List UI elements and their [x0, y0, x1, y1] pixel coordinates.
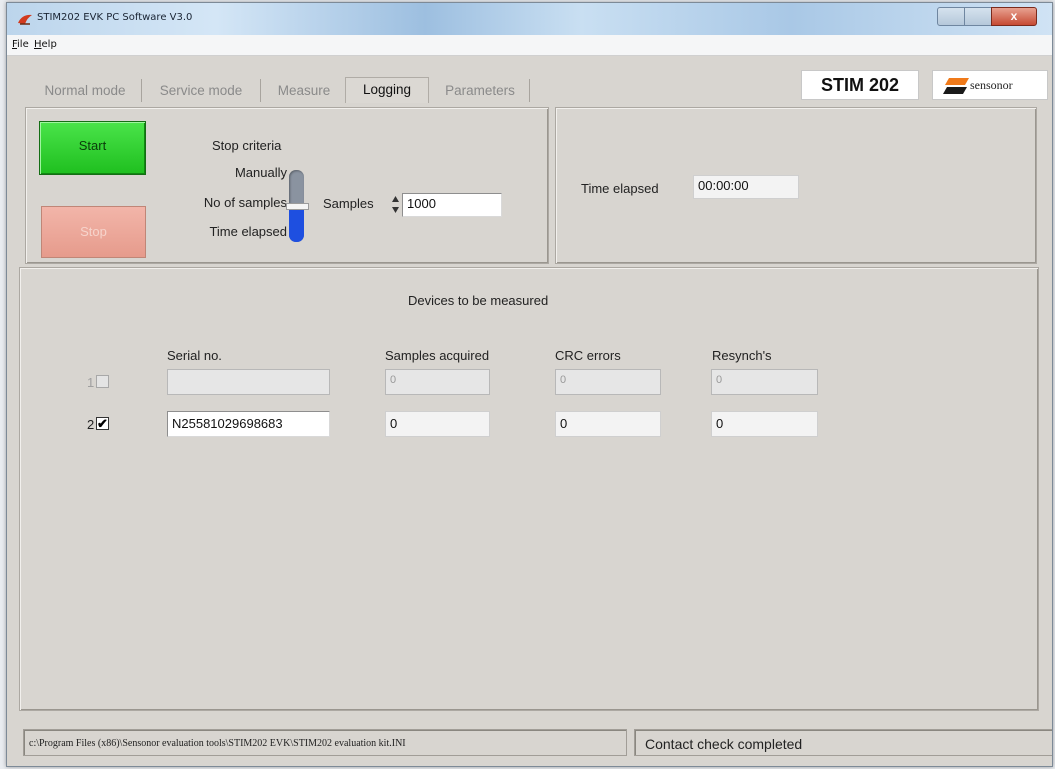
device-1-serial-input[interactable] — [167, 369, 330, 395]
sensonor-logo-icon — [943, 78, 969, 94]
product-name: STIM 202 — [820, 75, 900, 95]
device-1-crc-field: 0 — [555, 369, 661, 395]
device-2-serial-input[interactable]: N25581029698683 — [167, 411, 330, 437]
tab-measure[interactable]: Measure — [261, 79, 348, 102]
device-2-samples-field: 0 — [385, 411, 490, 437]
start-button[interactable]: Start — [39, 121, 146, 175]
column-samples-acquired: Samples acquired — [385, 348, 490, 363]
column-resynchs: Resynch's — [712, 348, 772, 363]
app-icon — [18, 14, 32, 25]
slider-thumb[interactable] — [286, 203, 309, 210]
close-button[interactable]: x — [991, 7, 1037, 26]
column-crc-errors: CRC errors — [555, 348, 621, 363]
device-2-checkbox[interactable]: ✔ — [96, 417, 109, 430]
device-2-resynch-field: 0 — [711, 411, 818, 437]
minimize-button[interactable] — [937, 7, 965, 26]
product-badge: STIM 202 — [801, 70, 919, 100]
menu-bar: File Help — [7, 35, 1052, 56]
tab-logging[interactable]: Logging — [345, 77, 429, 103]
stop-button[interactable]: Stop — [41, 206, 146, 258]
app-window: STIM202 EVK PC Software V3.0 x File Help… — [6, 2, 1053, 767]
status-path-pane: c:\Program Files (x86)\Sensonor evaluati… — [23, 729, 627, 756]
stop-criteria-samples-label: No of samples — [203, 195, 287, 210]
stop-criteria-time-label: Time elapsed — [209, 224, 287, 239]
status-message: Contact check completed — [645, 736, 803, 752]
device-1-samples-field: 0 — [385, 369, 490, 395]
tab-service-mode[interactable]: Service mode — [142, 79, 261, 102]
device-row-index: 2 — [87, 417, 95, 432]
time-elapsed-label: Time elapsed — [581, 181, 659, 196]
devices-title: Devices to be measured — [408, 293, 549, 308]
stop-criteria-title: Stop criteria — [212, 138, 282, 153]
stop-criteria-slider[interactable] — [286, 170, 309, 242]
time-elapsed-field: 00:00:00 — [693, 175, 799, 199]
device-1-checkbox[interactable] — [96, 375, 109, 388]
tab-parameters[interactable]: Parameters — [431, 79, 530, 102]
stop-criteria-manually-label: Manually — [234, 165, 287, 180]
spin-updown-icon[interactable] — [391, 195, 400, 214]
device-row-index: 1 — [87, 375, 95, 390]
close-icon: x — [1010, 9, 1018, 23]
slider-fill — [289, 209, 304, 242]
checkmark-icon: ✔ — [97, 416, 108, 431]
company-logo: sensonor — [932, 70, 1048, 100]
device-1-resynch-field: 0 — [711, 369, 818, 395]
devices-panel — [19, 267, 1039, 711]
company-name: sensonor — [970, 78, 1013, 92]
tab-normal-mode[interactable]: Normal mode — [29, 79, 142, 102]
menu-file[interactable]: File — [12, 39, 29, 50]
column-serial: Serial no. — [167, 348, 222, 363]
window-title: STIM202 EVK PC Software V3.0 — [37, 12, 193, 23]
title-bar[interactable]: STIM202 EVK PC Software V3.0 x — [7, 3, 1052, 35]
maximize-button[interactable] — [964, 7, 992, 26]
status-message-pane: Contact check completed — [634, 729, 1052, 756]
samples-label: Samples — [323, 196, 374, 211]
ini-path-text: c:\Program Files (x86)\Sensonor evaluati… — [29, 738, 406, 749]
samples-input[interactable]: 1000 — [402, 193, 502, 217]
device-2-crc-field: 0 — [555, 411, 661, 437]
menu-help[interactable]: Help — [34, 39, 57, 50]
